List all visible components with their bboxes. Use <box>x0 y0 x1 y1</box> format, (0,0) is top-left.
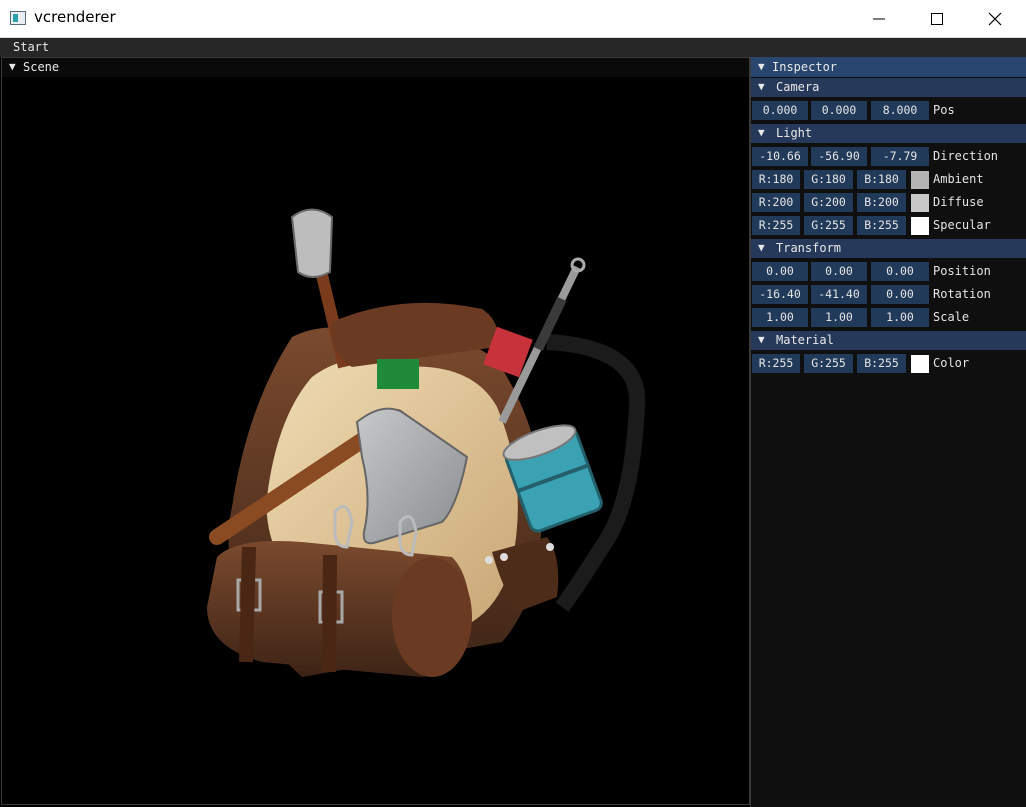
backpack-model-render <box>207 208 646 677</box>
scale-y[interactable]: 1.00 <box>811 308 867 327</box>
scene-header[interactable]: ▼ Scene <box>2 58 749 77</box>
scale-z[interactable]: 1.00 <box>871 308 929 327</box>
window-title-bar: vcrenderer <box>0 0 1026 38</box>
inspector-title: Inspector <box>772 60 838 74</box>
collapse-triangle-icon[interactable]: ▼ <box>758 60 765 73</box>
maximize-icon <box>931 13 943 25</box>
light-direction-x[interactable]: -10.66 <box>752 147 808 166</box>
material-color-label: Color <box>933 356 970 370</box>
rotation-x[interactable]: -16.40 <box>752 285 808 304</box>
scene-window: ▼ Scene <box>1 57 750 805</box>
transform-section-label: Transform <box>776 241 842 255</box>
camera-pos-x[interactable]: 0.000 <box>752 101 808 120</box>
collapse-triangle-icon[interactable]: ▼ <box>758 333 765 346</box>
light-section-label: Light <box>776 126 813 140</box>
window-title: vcrenderer <box>34 8 116 26</box>
light-direction-y[interactable]: -56.90 <box>811 147 867 166</box>
rotation-y[interactable]: -41.40 <box>811 285 867 304</box>
light-section-header[interactable]: ▼ Light <box>751 124 1026 143</box>
close-button[interactable] <box>966 0 1024 38</box>
ambient-r[interactable]: R:180 <box>752 170 800 189</box>
diffuse-r[interactable]: R:200 <box>752 193 800 212</box>
diffuse-g[interactable]: G:200 <box>804 193 853 212</box>
inspector-panel: ▼ Inspector ▼ Camera 0.000 0.000 8.000 P… <box>750 57 1026 807</box>
collapse-triangle-icon[interactable]: ▼ <box>9 60 16 73</box>
material-color-b[interactable]: B:255 <box>857 354 906 373</box>
scene-title: Scene <box>23 60 60 74</box>
position-z[interactable]: 0.00 <box>871 262 929 281</box>
ambient-b[interactable]: B:180 <box>857 170 906 189</box>
material-section-label: Material <box>776 333 834 347</box>
position-y[interactable]: 0.00 <box>811 262 867 281</box>
ambient-color-swatch[interactable] <box>911 171 929 189</box>
camera-pos-z[interactable]: 8.000 <box>871 101 929 120</box>
camera-pos-y[interactable]: 0.000 <box>811 101 867 120</box>
camera-section-label: Camera <box>776 80 820 94</box>
collapse-triangle-icon[interactable]: ▼ <box>758 126 765 139</box>
ambient-label: Ambient <box>933 172 984 186</box>
material-section-header[interactable]: ▼ Material <box>751 331 1026 350</box>
specular-color-swatch[interactable] <box>911 217 929 235</box>
material-color-swatch[interactable] <box>911 355 929 373</box>
diffuse-b[interactable]: B:200 <box>857 193 906 212</box>
app-icon <box>10 11 26 25</box>
render-viewport[interactable] <box>2 77 749 804</box>
diffuse-label: Diffuse <box>933 195 984 209</box>
rotation-z[interactable]: 0.00 <box>871 285 929 304</box>
maximize-button[interactable] <box>908 0 966 38</box>
scale-x[interactable]: 1.00 <box>752 308 808 327</box>
menu-bar: Start <box>0 38 1026 57</box>
light-direction-z[interactable]: -7.79 <box>871 147 929 166</box>
close-icon <box>988 12 1002 26</box>
material-color-r[interactable]: R:255 <box>752 354 800 373</box>
scale-label: Scale <box>933 310 970 324</box>
camera-section-header[interactable]: ▼ Camera <box>751 78 1026 97</box>
light-direction-label: Direction <box>933 149 999 163</box>
transform-section-header[interactable]: ▼ Transform <box>751 239 1026 258</box>
camera-pos-label: Pos <box>933 103 955 117</box>
minimize-button[interactable] <box>850 0 908 38</box>
menu-start[interactable]: Start <box>13 40 49 54</box>
specular-r[interactable]: R:255 <box>752 216 800 235</box>
minimize-icon <box>873 18 885 20</box>
specular-label: Specular <box>933 218 991 232</box>
diffuse-color-swatch[interactable] <box>911 194 929 212</box>
collapse-triangle-icon[interactable]: ▼ <box>758 80 765 93</box>
collapse-triangle-icon[interactable]: ▼ <box>758 241 765 254</box>
material-color-g[interactable]: G:255 <box>804 354 853 373</box>
inspector-header[interactable]: ▼ Inspector <box>751 57 1026 77</box>
specular-g[interactable]: G:255 <box>804 216 853 235</box>
specular-b[interactable]: B:255 <box>857 216 906 235</box>
position-label: Position <box>933 264 991 278</box>
position-x[interactable]: 0.00 <box>752 262 808 281</box>
ambient-g[interactable]: G:180 <box>804 170 853 189</box>
rotation-label: Rotation <box>933 287 991 301</box>
